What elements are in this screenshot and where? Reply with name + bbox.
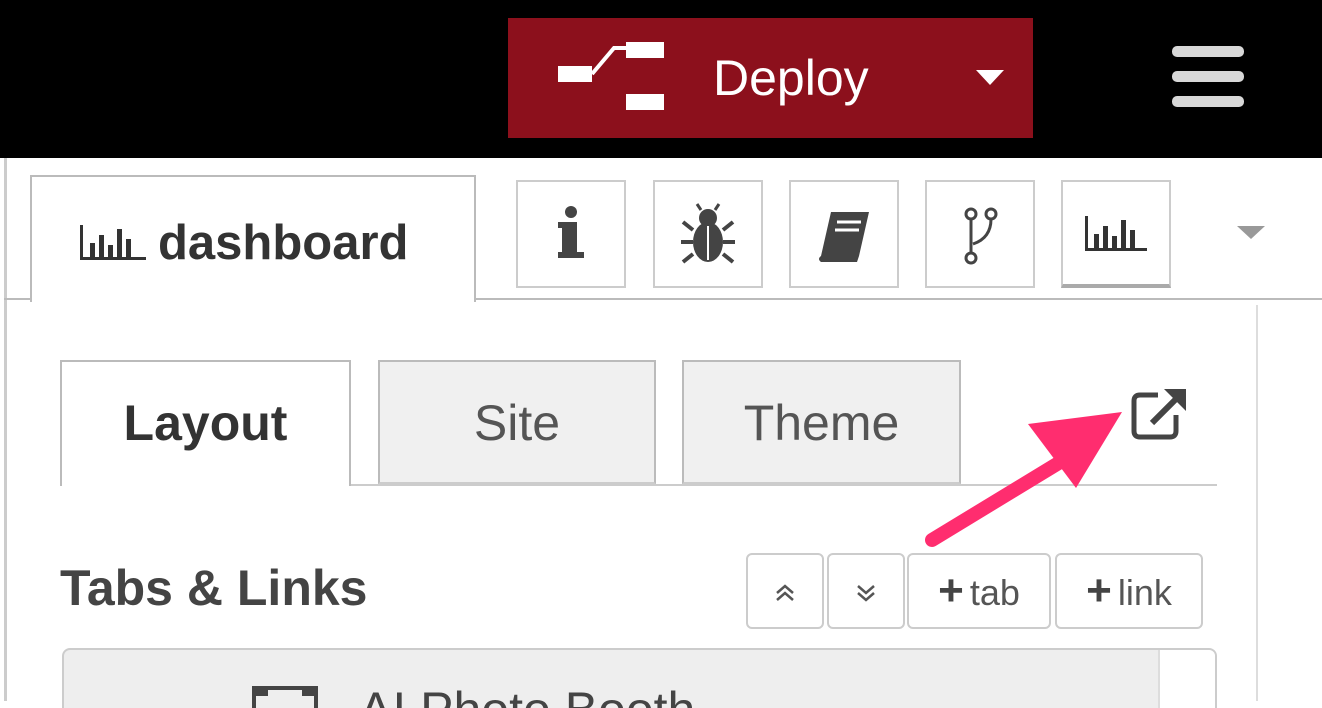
sidebar-tab-info[interactable] bbox=[516, 180, 626, 288]
sidebar-tab-debug[interactable] bbox=[653, 180, 763, 288]
hamburger-menu-icon[interactable] bbox=[1172, 46, 1244, 108]
plus-icon: + bbox=[938, 566, 964, 615]
bug-icon bbox=[681, 203, 735, 264]
annotation-arrow bbox=[925, 412, 1122, 547]
tab-frame-icon bbox=[252, 686, 318, 708]
deploy-button[interactable]: Deploy bbox=[508, 18, 1033, 138]
sidebar-tab-help[interactable] bbox=[789, 180, 899, 288]
list-item[interactable]: AI Photo Booth bbox=[62, 648, 1217, 708]
bar-chart-icon bbox=[1085, 216, 1147, 251]
sidebar-scrollbar[interactable] bbox=[1256, 305, 1258, 701]
bar-chart-icon bbox=[80, 225, 146, 260]
sidebar-tab-dashboard[interactable]: dashboard bbox=[30, 175, 476, 302]
add-tab-label: tab bbox=[969, 572, 1020, 613]
list-item-label: AI Photo Booth bbox=[359, 680, 695, 708]
collapse-all-button[interactable] bbox=[746, 553, 824, 629]
add-link-button[interactable]: + link bbox=[1055, 553, 1203, 629]
git-branch-icon bbox=[964, 207, 998, 265]
header-bar: Deploy bbox=[0, 0, 1322, 158]
deploy-dropdown-caret-icon[interactable] bbox=[976, 70, 1004, 85]
tab-layout[interactable]: Layout bbox=[60, 360, 351, 486]
add-tab-button[interactable]: + tab bbox=[907, 553, 1051, 629]
sidebar-tab-git[interactable] bbox=[925, 180, 1035, 288]
info-icon bbox=[558, 206, 584, 258]
double-chevron-up-icon bbox=[776, 584, 794, 602]
sidebar-tab-label: dashboard bbox=[158, 216, 409, 270]
tab-site[interactable]: Site bbox=[378, 360, 656, 484]
double-chevron-down-icon bbox=[857, 585, 875, 603]
add-link-label: link bbox=[1117, 572, 1172, 613]
deploy-flow-icon bbox=[558, 42, 664, 110]
book-icon bbox=[819, 212, 869, 262]
plus-icon: + bbox=[1086, 566, 1112, 615]
list-scrollbar bbox=[1158, 650, 1215, 708]
sidebar-tab-dashboard-icon[interactable] bbox=[1061, 180, 1171, 288]
caret-down-icon[interactable] bbox=[1237, 226, 1265, 239]
deploy-label: Deploy bbox=[713, 50, 869, 106]
expand-all-button[interactable] bbox=[827, 553, 905, 629]
section-title: Tabs & Links bbox=[60, 560, 368, 616]
